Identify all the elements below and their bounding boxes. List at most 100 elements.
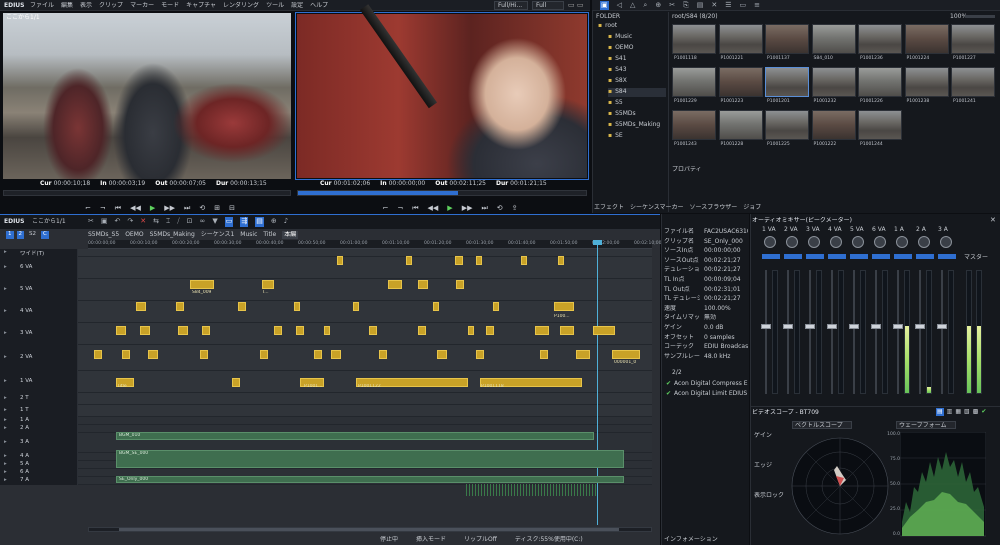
mixer-pan-bar[interactable] — [828, 254, 846, 259]
bin-clip-thumbnail[interactable]: P1001225 — [765, 110, 809, 147]
fader-handle[interactable] — [827, 324, 837, 329]
mixer-knob[interactable] — [940, 236, 952, 248]
bin-clip-thumbnail[interactable]: P1001243 — [672, 110, 716, 147]
mixer-knob[interactable] — [874, 236, 886, 248]
mixer-knob[interactable] — [852, 236, 864, 248]
timeline-video-clip[interactable] — [476, 350, 484, 359]
monitor-icon[interactable]: ▭ — [739, 1, 746, 10]
mixer-pan-bar[interactable] — [938, 254, 956, 259]
timeline-video-clip[interactable] — [560, 326, 574, 335]
mixer-knob[interactable] — [918, 236, 930, 248]
mixer-knob[interactable] — [764, 236, 776, 248]
bin-clip-thumbnail[interactable]: P1001201 — [765, 67, 809, 104]
filter-item[interactable]: ✔Acon Digital Limit EDIUS E... — [666, 390, 748, 398]
timeline-video-clip[interactable] — [369, 326, 377, 335]
timeline-video-clip[interactable] — [116, 326, 126, 335]
view-icon[interactable]: ☰ — [725, 1, 731, 10]
timeline-video-clip[interactable] — [540, 350, 548, 359]
timeline-video-clip[interactable] — [406, 256, 412, 265]
hscroll-thumb[interactable] — [119, 528, 619, 531]
bin-clip-thumbnail[interactable]: P1001226 — [858, 67, 902, 104]
bin-clip-thumbnail[interactable]: P1001137 — [765, 24, 809, 61]
scope-view-icons[interactable]: ▤ ▥ ▦ ▧ ▩ ✔ — [936, 408, 998, 416]
fader-handle[interactable] — [849, 324, 859, 329]
bin-clip-thumbnail[interactable]: P1001244 — [858, 110, 902, 147]
timeline-video-clip[interactable] — [274, 326, 282, 335]
copy-icon[interactable]: ⎘ — [683, 1, 689, 10]
cut-icon[interactable]: ✂ — [669, 1, 675, 10]
fader-handle[interactable] — [871, 324, 881, 329]
timeline-video-clip[interactable] — [576, 350, 590, 359]
timeline-video-clip[interactable] — [190, 280, 214, 289]
timeline-video-clip[interactable] — [468, 326, 474, 335]
timeline-video-clip[interactable] — [262, 280, 274, 289]
timeline-hscroll[interactable] — [88, 527, 652, 532]
paste-icon[interactable]: ▤ — [697, 1, 704, 10]
timeline-video-clip[interactable] — [456, 280, 464, 289]
timeline-video-clip[interactable] — [437, 350, 447, 359]
fader-handle[interactable] — [783, 324, 793, 329]
timeline-video-clip[interactable] — [418, 280, 428, 289]
scope-mode1-select[interactable]: ベクトルスコープ — [792, 421, 852, 429]
timeline-video-clip[interactable] — [433, 302, 439, 311]
timeline-video-clip[interactable] — [331, 350, 341, 359]
bin-clip-thumbnail[interactable]: P1001236 — [858, 24, 902, 61]
scope-mode2-select[interactable]: ウェーブフォーム — [896, 421, 956, 429]
mixer-pan-bar[interactable] — [806, 254, 824, 259]
timeline-video-clip[interactable] — [136, 302, 146, 311]
bin-clip-thumbnail[interactable]: P1001229 — [672, 67, 716, 104]
timeline-video-clip[interactable] — [337, 256, 343, 265]
bin-clip-thumbnail[interactable]: P1001222 — [811, 110, 856, 147]
timeline-audio-clip[interactable]: BGM_SE_000 — [116, 450, 624, 468]
mixer-pan-bar[interactable] — [916, 254, 934, 259]
timeline-video-clip[interactable] — [294, 302, 300, 311]
timeline-video-clip[interactable] — [379, 350, 387, 359]
timeline-video-clip[interactable] — [324, 326, 330, 335]
timeline-audio-clip[interactable]: SE_Only_000 — [116, 476, 624, 483]
bin-clip-thumbnail[interactable]: P1001241 — [951, 67, 995, 104]
timeline-video-clip[interactable] — [202, 326, 210, 335]
bin-clip-thumbnail[interactable]: P1001232 — [811, 67, 856, 104]
bin-clip-thumbnail[interactable]: S84_010 — [811, 24, 856, 61]
fader-handle[interactable] — [893, 324, 903, 329]
bin-clip-thumbnail[interactable]: P1001223 — [718, 67, 763, 104]
timeline-video-clip[interactable] — [558, 256, 564, 265]
timeline-video-clip[interactable] — [178, 326, 188, 335]
mixer-pan-bar[interactable] — [872, 254, 890, 259]
timeline-video-clip[interactable] — [612, 350, 640, 359]
bin-tab[interactable]: ソースブラウザー — [690, 204, 738, 212]
mixer-knob[interactable] — [808, 236, 820, 248]
timeline-video-clip[interactable] — [554, 302, 574, 311]
timeline-video-clip[interactable] — [140, 326, 150, 335]
mixer-pan-bar[interactable] — [762, 254, 780, 259]
bin-clip-thumbnail[interactable]: P1001227 — [951, 24, 995, 61]
filter-check-icon[interactable]: ✔ — [666, 390, 671, 397]
bin-clip-thumbnail[interactable]: P1001238 — [904, 67, 949, 104]
timeline-video-clip[interactable] — [314, 350, 322, 359]
mixer-knob[interactable] — [830, 236, 842, 248]
bin-tab[interactable]: ジョブ — [743, 204, 761, 212]
bin-clip-thumbnail[interactable]: P1001228 — [718, 110, 763, 147]
timeline-video-clip[interactable] — [176, 302, 184, 311]
mixer-pan-bar[interactable] — [784, 254, 802, 259]
fader-handle[interactable] — [805, 324, 815, 329]
mixer-close-icon[interactable]: ✕ — [990, 216, 996, 224]
filter-item[interactable]: ✔Acon Digital Compress EDI... — [666, 380, 748, 388]
timeline-video-clip[interactable] — [418, 326, 426, 335]
timeline-video-clip[interactable] — [493, 302, 499, 311]
mixer-pan-bar[interactable] — [894, 254, 912, 259]
timeline-video-clip[interactable] — [593, 326, 615, 335]
timeline-video-clip[interactable] — [238, 302, 246, 311]
filter-check-icon[interactable]: ✔ — [666, 380, 671, 387]
timeline-video-clip[interactable] — [486, 326, 494, 335]
timeline-video-clip[interactable] — [535, 326, 549, 335]
timeline-video-clip[interactable] — [122, 350, 130, 359]
timeline-video-clip[interactable] — [200, 350, 208, 359]
fader-handle[interactable] — [937, 324, 947, 329]
mixer-knob[interactable] — [786, 236, 798, 248]
timeline-video-clip[interactable] — [296, 326, 304, 335]
timeline-video-clip[interactable] — [388, 280, 402, 289]
timeline-video-clip[interactable] — [232, 378, 240, 387]
fader-handle[interactable] — [761, 324, 771, 329]
timeline-video-clip[interactable] — [353, 302, 359, 311]
